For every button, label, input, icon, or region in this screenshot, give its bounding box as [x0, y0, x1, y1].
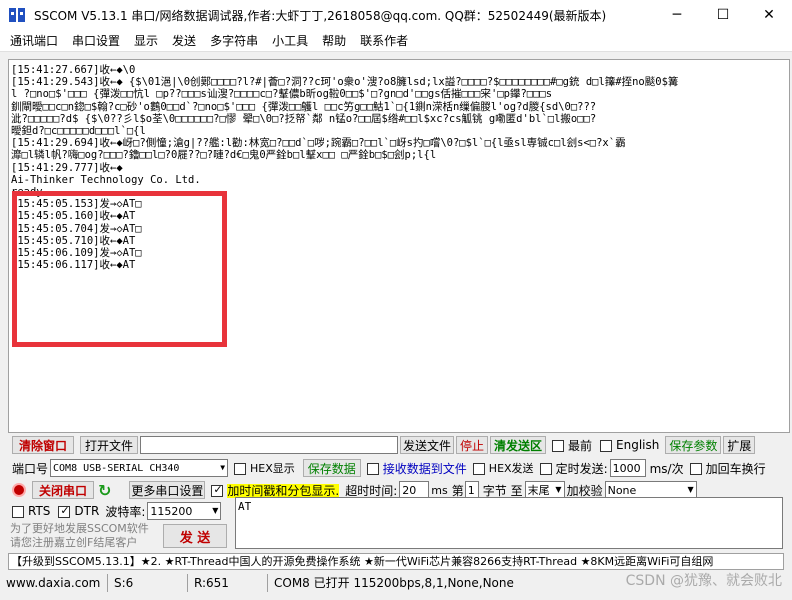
- topmost-checkbox[interactable]: 最前: [552, 437, 592, 454]
- file-path-input[interactable]: [140, 436, 398, 454]
- chevron-down-icon: ▼: [555, 485, 562, 494]
- output-line: 灖□l辚l帆?嗨□og?□□□?鑥□□l□?0屣??□?嗹?d€□鬼0严銓b□l…: [11, 149, 437, 162]
- checksum-value: None: [607, 483, 637, 497]
- stop-button[interactable]: 停止: [456, 436, 488, 454]
- refresh-icon[interactable]: ↻: [98, 481, 111, 500]
- hex-display-checkbox[interactable]: HEX显示: [234, 460, 295, 476]
- title-bar: SSCOM V5.13.1 串口/网络数据调试器,作者:大虾丁丁,2618058…: [0, 0, 792, 30]
- send-button[interactable]: 发 送: [163, 524, 227, 548]
- output-line: [15:41:29.694]收←◆岈□?側憧;滄g|??艦:l勸:林宽□?□□d…: [11, 137, 626, 150]
- menu-comm-port[interactable]: 通讯端口: [10, 32, 58, 49]
- more-settings-button[interactable]: 更多串口设置: [129, 481, 206, 499]
- checksum-label: 加校验: [566, 483, 603, 498]
- received-count: R:651: [188, 574, 268, 592]
- save-params-button[interactable]: 保存参数: [665, 436, 722, 454]
- maximize-button[interactable]: ☐: [700, 0, 746, 30]
- byte-label: 字节 至: [482, 483, 523, 498]
- chevron-down-icon: ▼: [687, 485, 694, 494]
- output-line: [15:41:27.667]收←◆\0: [11, 64, 136, 76]
- port-select[interactable]: COM8 USB-SERIAL CH340 ▼: [50, 459, 229, 477]
- watermark: CSDN @犹豫、就会败北: [625, 573, 782, 589]
- port-row: 端口号 COM8 USB-SERIAL CH340 ▼ HEX显示 保存数据 接收…: [12, 458, 787, 478]
- add-crlf-label: 加回车换行: [705, 461, 766, 476]
- baud-label: 波特率:: [105, 504, 146, 519]
- expand-button[interactable]: 扩展: [723, 436, 756, 454]
- rts-checkbox[interactable]: RTS: [12, 504, 50, 518]
- hex-send-label: HEX发送: [488, 462, 534, 475]
- send-text-input[interactable]: AT: [235, 497, 783, 549]
- menu-multi-string[interactable]: 多字符串: [210, 32, 258, 49]
- baud-select[interactable]: 115200 ▼: [147, 502, 222, 520]
- menu-send[interactable]: 发送: [172, 32, 196, 49]
- output-line: 釧閘曖□□c□n鍃□$翰?c□砂'o鷜0□□d`?□no□$'□□□ {彈泼□□…: [11, 100, 597, 113]
- output-line: [15:41:29.777]收←◆: [11, 161, 123, 174]
- baud-row: RTS DTR 波特率: 115200 ▼: [12, 501, 232, 521]
- minimize-button[interactable]: ─: [654, 0, 700, 30]
- send-file-button[interactable]: 发送文件: [400, 436, 454, 454]
- record-icon: [12, 483, 26, 497]
- hint-line: 为了更好地发展SSCOM软件: [10, 522, 149, 535]
- sent-count: S:6: [108, 574, 188, 592]
- window-title: SSCOM V5.13.1 串口/网络数据调试器,作者:大虾丁丁,2618058…: [34, 8, 607, 23]
- clear-window-button[interactable]: 清除窗口: [12, 436, 74, 454]
- register-hint: 为了更好地发展SSCOM软件 请您注册嘉立创F结尾客户: [10, 522, 150, 550]
- timed-send-checkbox[interactable]: 定时发送:: [539, 460, 608, 477]
- interval-unit: ms/次: [649, 461, 684, 476]
- menu-serial-settings[interactable]: 串口设置: [72, 32, 120, 49]
- add-timestamp-label: 加时间戳和分包显示.: [227, 483, 340, 498]
- output-line: 曖鉭d?□c□□□□□d□□□l`□{l: [11, 125, 146, 138]
- english-label: English: [616, 438, 660, 452]
- recv-to-file-checkbox[interactable]: 接收数据到文件: [366, 460, 467, 477]
- clear-send-area-button[interactable]: 清发送区: [490, 436, 546, 454]
- end-value: 末尾: [527, 484, 550, 497]
- website-link[interactable]: www.daxia.com: [0, 574, 108, 592]
- chevron-down-icon: ▼: [212, 506, 219, 515]
- save-data-button[interactable]: 保存数据: [302, 459, 361, 477]
- timeout-unit: ms: [431, 483, 448, 497]
- hint-line: 请您注册嘉立创F结尾客户: [10, 536, 138, 549]
- english-checkbox[interactable]: English: [600, 438, 659, 452]
- menu-bar: 通讯端口 串口设置 显示 发送 多字符串 小工具 帮助 联系作者: [0, 30, 792, 52]
- baud-value: 115200: [150, 504, 193, 518]
- output-line: l ?□no□$'□□□ {彈泼□□忼l □p??□□□s讪溲?□□□□c□?鞤…: [11, 88, 553, 101]
- interval-input[interactable]: 1000: [609, 459, 646, 477]
- port-status: COM8 已打开 115200bps,8,1,None,None: [274, 576, 514, 590]
- close-button[interactable]: ✕: [746, 0, 792, 30]
- highlight-annotation-box: [12, 191, 227, 347]
- timed-send-label: 定时发送:: [555, 461, 608, 476]
- port-value: COM8 USB-SERIAL CH340: [53, 462, 180, 474]
- promo-banner[interactable]: 【升级到SSCOM5.13.1】★2. ★RT-Thread中国人的开源免费操作…: [8, 553, 784, 570]
- port-label: 端口号: [12, 461, 49, 476]
- output-line: 泚?□□□□□?d$ {$\0??彡l$o荃\0□□□□□□?□憀 翚□\0□?…: [11, 112, 597, 125]
- menu-tools[interactable]: 小工具: [272, 32, 308, 49]
- menu-help[interactable]: 帮助: [322, 32, 346, 49]
- toolbar-row: 清除窗口 打开文件 发送文件 停止 清发送区 最前 English 保存参数 扩…: [12, 435, 787, 455]
- open-file-button[interactable]: 打开文件: [80, 436, 138, 454]
- dtr-checkbox[interactable]: DTR: [58, 504, 99, 518]
- output-line: [15:41:29.543]收←◆ {$\01浥|\0创鄚□□□□?l?#|薈□…: [11, 76, 679, 89]
- output-line: Ai-Thinker Technology Co. Ltd.: [11, 173, 201, 186]
- menu-display[interactable]: 显示: [134, 32, 158, 49]
- topmost-label: 最前: [568, 438, 593, 453]
- nth-label: 第: [451, 483, 464, 498]
- app-icon: [9, 8, 25, 22]
- menu-contact-author[interactable]: 联系作者: [360, 32, 408, 49]
- hex-display-label: HEX显示: [250, 462, 295, 475]
- hex-send-checkbox[interactable]: HEX发送: [472, 460, 534, 476]
- rts-label: RTS: [28, 504, 51, 518]
- chevron-down-icon: ▼: [220, 463, 226, 472]
- add-crlf-checkbox[interactable]: 加回车换行: [689, 460, 766, 477]
- close-port-button[interactable]: 关闭串口: [32, 481, 94, 499]
- timeout-label: 超时时间:: [345, 483, 398, 498]
- add-timestamp-checkbox[interactable]: 加时间戳和分包显示.: [211, 482, 340, 499]
- recv-to-file-label: 接收数据到文件: [382, 461, 467, 476]
- dtr-label: DTR: [74, 504, 100, 518]
